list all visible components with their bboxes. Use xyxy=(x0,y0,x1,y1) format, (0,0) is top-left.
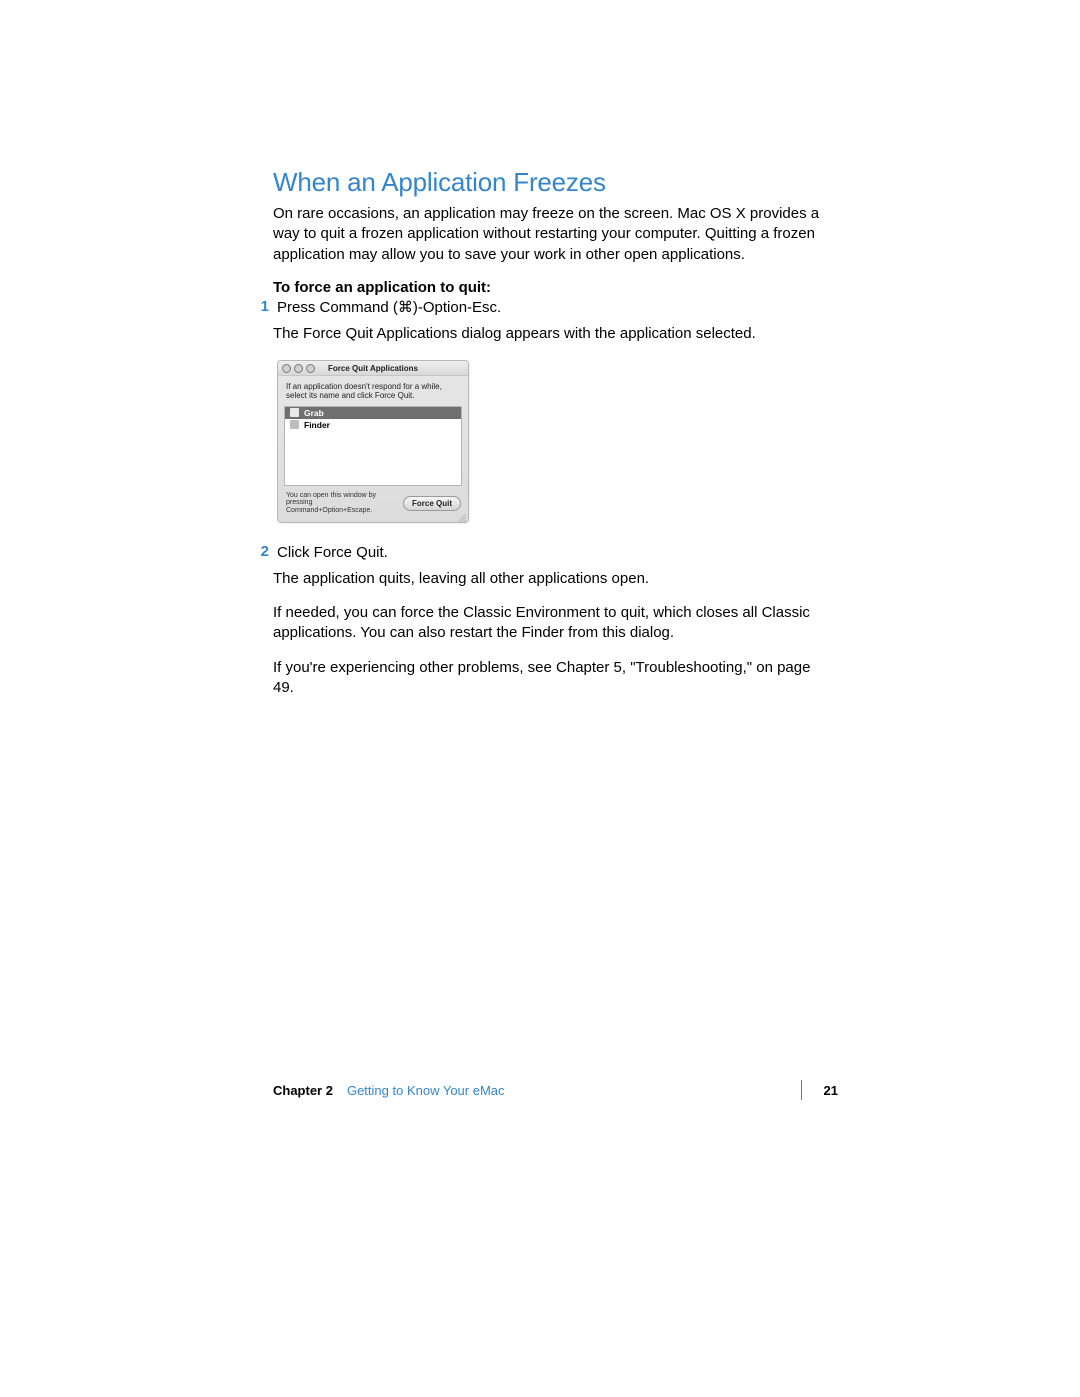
page: When an Application Freezes On rare occa… xyxy=(0,0,1080,1397)
step-number: 2 xyxy=(251,543,277,563)
list-item[interactable]: Grab xyxy=(285,407,461,419)
main-content: When an Application Freezes On rare occa… xyxy=(273,167,833,712)
application-list[interactable]: Grab Finder xyxy=(284,406,462,486)
titlebar: Force Quit Applications xyxy=(278,361,468,376)
step-1: 1 Press Command (⌘)-Option-Esc. xyxy=(273,298,833,318)
dialog-footer: You can open this window by pressing Com… xyxy=(278,486,468,522)
paragraph: If you're experiencing other problems, s… xyxy=(273,658,833,699)
intro-paragraph: On rare occasions, an application may fr… xyxy=(273,204,833,265)
step-1-description: The Force Quit Applications dialog appea… xyxy=(273,324,833,344)
window-title: Force Quit Applications xyxy=(278,364,468,373)
resize-grip-icon[interactable] xyxy=(457,513,466,522)
force-quit-button[interactable]: Force Quit xyxy=(403,496,461,511)
step-text: Press Command (⌘)-Option-Esc. xyxy=(277,298,501,318)
step-number: 1 xyxy=(251,298,277,318)
step-text: Click Force Quit. xyxy=(277,543,388,563)
chapter-label: Chapter 2 xyxy=(273,1083,333,1098)
force-quit-dialog-figure: Force Quit Applications If an applicatio… xyxy=(277,360,467,522)
paragraph: If needed, you can force the Classic Env… xyxy=(273,603,833,644)
paragraph: The application quits, leaving all other… xyxy=(273,569,833,589)
footer-left: Chapter 2 Getting to Know Your eMac xyxy=(273,1083,505,1098)
footer-divider xyxy=(801,1080,802,1100)
app-name: Grab xyxy=(304,408,324,418)
dialog-instruction: If an application doesn't respond for a … xyxy=(278,376,468,405)
app-icon xyxy=(290,420,299,429)
sub-heading: To force an application to quit: xyxy=(273,279,833,296)
list-item[interactable]: Finder xyxy=(285,419,461,431)
chapter-title: Getting to Know Your eMac xyxy=(347,1083,505,1098)
page-footer: Chapter 2 Getting to Know Your eMac 21 xyxy=(273,1083,838,1098)
force-quit-window: Force Quit Applications If an applicatio… xyxy=(277,360,469,522)
step-2: 2 Click Force Quit. xyxy=(273,543,833,563)
section-heading: When an Application Freezes xyxy=(273,167,833,198)
app-icon xyxy=(290,408,299,417)
dialog-hint: You can open this window by pressing Com… xyxy=(286,492,397,515)
app-name: Finder xyxy=(304,420,330,430)
page-number: 21 xyxy=(824,1083,838,1098)
